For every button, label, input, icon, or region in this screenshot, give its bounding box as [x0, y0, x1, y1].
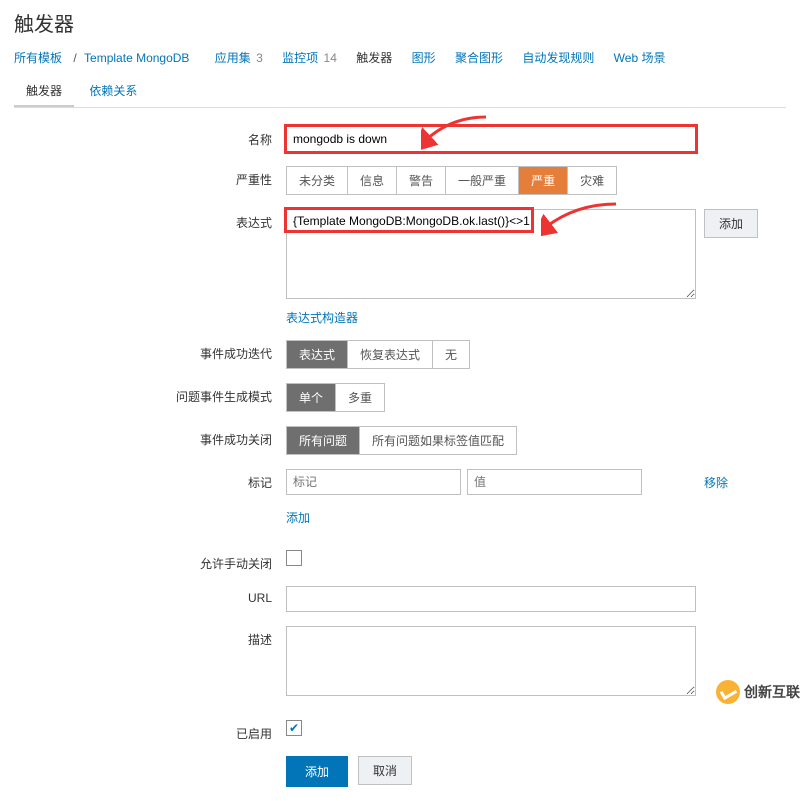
severity-group: 未分类 信息 警告 一般严重 严重 灾难: [286, 166, 617, 195]
breadcrumb-template[interactable]: Template MongoDB: [84, 51, 189, 65]
tag-name-input[interactable]: [286, 469, 461, 495]
tab-trigger[interactable]: 触发器: [14, 76, 74, 107]
nav-web[interactable]: Web 场景: [614, 51, 666, 65]
breadcrumb: 所有模板 / Template MongoDB 应用集 3 监控项 14 触发器…: [0, 49, 800, 76]
event-gen-recovery[interactable]: 恢复表达式: [348, 341, 433, 368]
submit-button[interactable]: 添加: [286, 756, 348, 787]
description-textarea[interactable]: [286, 626, 696, 696]
label-expression: 表达式: [14, 209, 286, 231]
severity-warning[interactable]: 警告: [397, 167, 446, 194]
label-url: URL: [14, 586, 286, 605]
manual-close-checkbox[interactable]: [286, 550, 302, 566]
label-name: 名称: [14, 126, 286, 148]
event-gen-none[interactable]: 无: [433, 341, 469, 368]
event-gen-expression[interactable]: 表达式: [287, 341, 348, 368]
divider: [14, 107, 786, 108]
nav-screens[interactable]: 聚合图形: [455, 51, 503, 65]
nav-triggers[interactable]: 触发器: [356, 51, 392, 65]
annotation-arrow: [421, 112, 491, 152]
nav-graphs[interactable]: 图形: [412, 51, 436, 65]
tag-value-input[interactable]: [467, 469, 642, 495]
label-problem-mode: 问题事件生成模式: [14, 383, 286, 405]
label-description: 描述: [14, 626, 286, 648]
page-title: 触发器: [0, 0, 800, 49]
trigger-form: 名称 严重性 未分类 信息 警告 一般严重 严重 灾难 表达式 {Temp: [0, 126, 800, 787]
ok-close-all[interactable]: 所有问题: [287, 427, 360, 454]
tab-dependency[interactable]: 依赖关系: [77, 76, 149, 105]
label-ok-close: 事件成功关闭: [14, 426, 286, 448]
name-input[interactable]: [286, 126, 696, 152]
expression-builder-link[interactable]: 表达式构造器: [286, 311, 358, 325]
breadcrumb-all-templates[interactable]: 所有模板: [14, 51, 62, 65]
event-gen-group: 表达式 恢复表达式 无: [286, 340, 470, 369]
label-enabled: 已启用: [14, 720, 286, 742]
expression-add-button[interactable]: 添加: [704, 209, 758, 238]
enabled-checkbox[interactable]: [286, 720, 302, 736]
nav-discovery[interactable]: 自动发现规则: [522, 51, 594, 65]
label-manual-close: 允许手动关闭: [14, 550, 286, 572]
label-tags: 标记: [14, 469, 286, 491]
severity-unclassified[interactable]: 未分类: [287, 167, 348, 194]
severity-average[interactable]: 一般严重: [446, 167, 519, 194]
ok-close-group: 所有问题 所有问题如果标签值匹配: [286, 426, 517, 455]
nav-items[interactable]: 监控项 14: [282, 51, 337, 65]
problem-mode-single[interactable]: 单个: [287, 384, 336, 411]
label-severity: 严重性: [14, 166, 286, 188]
sub-tabs: 触发器 依赖关系: [0, 76, 800, 107]
problem-mode-multiple[interactable]: 多重: [336, 384, 384, 411]
severity-info[interactable]: 信息: [348, 167, 397, 194]
severity-disaster[interactable]: 灾难: [568, 167, 616, 194]
url-input[interactable]: [286, 586, 696, 612]
watermark: 创新互联: [716, 680, 800, 704]
breadcrumb-sep: /: [73, 51, 76, 65]
tag-add-link[interactable]: 添加: [286, 511, 310, 525]
expression-textarea[interactable]: {Template MongoDB:MongoDB.ok.last()}<>1: [286, 209, 696, 299]
label-event-gen: 事件成功迭代: [14, 340, 286, 362]
nav-applications[interactable]: 应用集 3: [215, 51, 263, 65]
ok-close-tag[interactable]: 所有问题如果标签值匹配: [360, 427, 516, 454]
cancel-button[interactable]: 取消: [358, 756, 412, 785]
severity-high[interactable]: 严重: [519, 167, 568, 194]
watermark-icon: [716, 680, 740, 704]
annotation-arrow: [541, 199, 621, 239]
problem-mode-group: 单个 多重: [286, 383, 385, 412]
tag-remove-link[interactable]: 移除: [704, 474, 728, 491]
